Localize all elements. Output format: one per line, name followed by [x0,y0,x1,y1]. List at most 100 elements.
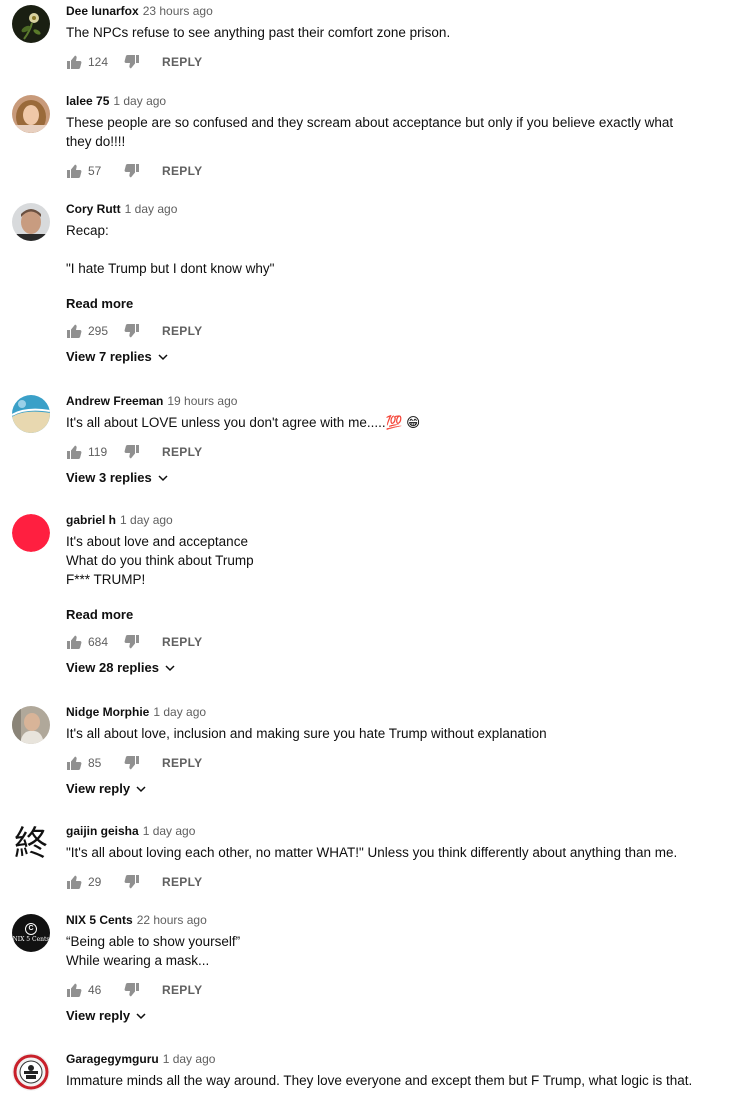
comment-header: gaijin geisha 1 day ago [66,823,706,840]
comment-line: The NPCs refuse to see anything past the… [66,25,451,40]
thumbs-up-icon[interactable] [66,982,82,998]
comment-header: Andrew Freeman 19 hours ago [66,393,706,410]
thumbs-down-icon[interactable] [124,323,140,339]
reply-button[interactable]: REPLY [162,324,202,338]
thumbs-down-icon[interactable] [124,982,140,998]
timestamp[interactable]: 1 day ago [143,824,196,838]
timestamp[interactable]: 1 day ago [125,202,178,216]
timestamp[interactable]: 1 day ago [163,1052,216,1066]
comment-header: Cory Rutt 1 day ago [66,201,706,218]
thumbs-up-icon[interactable] [66,444,82,460]
like-count: 684 [88,635,109,649]
comment-line: they do!!!! [66,134,126,149]
avatar[interactable] [12,706,50,744]
author-name[interactable]: Garagegymguru [66,1052,159,1066]
comment-text: “Being able to show yourself” While wear… [66,932,706,970]
avatar[interactable]: 終 [12,825,50,863]
view-replies-button[interactable]: View 3 replies [66,469,706,487]
avatar[interactable] [12,5,50,43]
thumbs-down-icon[interactable] [124,444,140,460]
thumbs-down-icon[interactable] [124,54,140,70]
action-bar: 124 REPLY [66,52,706,72]
like-count: 124 [88,55,109,69]
reply-button[interactable]: REPLY [162,164,202,178]
reply-button[interactable]: REPLY [162,756,202,770]
view-replies-button[interactable]: View 28 replies [66,659,706,677]
view-replies-label: View 3 replies [66,470,152,485]
thumbs-down-icon[interactable] [124,755,140,771]
thumbs-up-icon[interactable] [66,634,82,650]
action-bar: 119 REPLY [66,442,706,462]
comment-line [66,240,706,259]
comment-line: "It's all about loving each other, no ma… [66,845,678,860]
reply-button[interactable]: REPLY [162,875,202,889]
comment-body: Nidge Morphie 1 day ago It's all about lo… [66,704,706,798]
comment-line: Recap: [66,223,109,238]
avatar[interactable]: C NIX 5 Cents [12,914,50,952]
avatar[interactable] [12,1053,50,1091]
like-count: 46 [88,983,102,997]
comment-body: gaijin geisha 1 day ago "It's all about l… [66,823,706,892]
author-name[interactable]: Andrew Freeman [66,394,163,408]
chevron-down-icon [136,1012,146,1019]
timestamp[interactable]: 19 hours ago [167,394,237,408]
thumbs-up-icon[interactable] [66,755,82,771]
reply-button[interactable]: REPLY [162,55,202,69]
avatar[interactable] [12,514,50,552]
reply-button[interactable]: REPLY [162,983,202,997]
timestamp[interactable]: 23 hours ago [143,4,213,18]
like-count: 295 [88,324,109,338]
chevron-down-icon [158,474,168,481]
read-more-link[interactable]: Read more [66,606,133,624]
avatar[interactable] [12,395,50,433]
view-replies-button[interactable]: View reply [66,1007,706,1025]
thumbs-up-icon[interactable] [66,163,82,179]
comment-body: gabriel h 1 day ago It's about love and a… [66,512,706,677]
view-replies-label: View reply [66,1008,131,1023]
comment-text: It's all about LOVE unless you don't agr… [66,413,706,432]
thumbs-down-icon[interactable] [124,874,140,890]
action-bar: 684 REPLY [66,632,706,652]
comment-text: Immature minds all the way around. They … [66,1071,706,1090]
comment-line: These people are so confused and they sc… [66,115,674,130]
comment-body: Garagegymguru 1 day ago Immature minds al… [66,1051,706,1090]
comment-line: While wearing a mask... [66,953,210,968]
timestamp[interactable]: 1 day ago [113,94,166,108]
timestamp[interactable]: 1 day ago [120,513,173,527]
author-name[interactable]: Dee lunarfox [66,4,139,18]
comment-header: lalee 75 1 day ago [66,93,706,110]
thumbs-up-icon[interactable] [66,54,82,70]
author-name[interactable]: lalee 75 [66,94,109,108]
view-replies-button[interactable]: View 7 replies [66,348,706,366]
author-name[interactable]: gaijin geisha [66,824,139,838]
comment-text: It's all about love, inclusion and makin… [66,724,706,743]
comment-header: gabriel h 1 day ago [66,512,706,529]
avatar[interactable] [12,95,50,133]
thumbs-up-icon[interactable] [66,874,82,890]
thumbs-up-icon[interactable] [66,323,82,339]
view-replies-button[interactable]: View reply [66,780,706,798]
action-bar: 295 REPLY [66,321,706,341]
author-name[interactable]: NIX 5 Cents [66,913,133,927]
thumbs-down-icon[interactable] [124,634,140,650]
timestamp[interactable]: 22 hours ago [137,913,207,927]
reply-button[interactable]: REPLY [162,445,202,459]
comment-body: NIX 5 Cents 22 hours ago “Being able to s… [66,912,706,1025]
avatar[interactable] [12,203,50,241]
author-name[interactable]: Nidge Morphie [66,705,149,719]
comment-body: Dee lunarfox 23 hours ago The NPCs refuse… [66,3,706,72]
read-more-link[interactable]: Read more [66,295,133,313]
comment-line: It's all about love, inclusion and makin… [66,726,547,741]
like-count: 85 [88,756,102,770]
like-count: 119 [88,445,108,459]
action-bar: 85 REPLY [66,753,706,773]
comment-text: These people are so confused and they sc… [66,113,706,151]
comment-header: Nidge Morphie 1 day ago [66,704,706,721]
thumbs-down-icon[interactable] [124,163,140,179]
timestamp[interactable]: 1 day ago [153,705,206,719]
author-name[interactable]: gabriel h [66,513,116,527]
author-name[interactable]: Cory Rutt [66,202,121,216]
chevron-down-icon [165,664,175,671]
reply-button[interactable]: REPLY [162,635,202,649]
comment-body: lalee 75 1 day ago These people are so co… [66,93,706,181]
